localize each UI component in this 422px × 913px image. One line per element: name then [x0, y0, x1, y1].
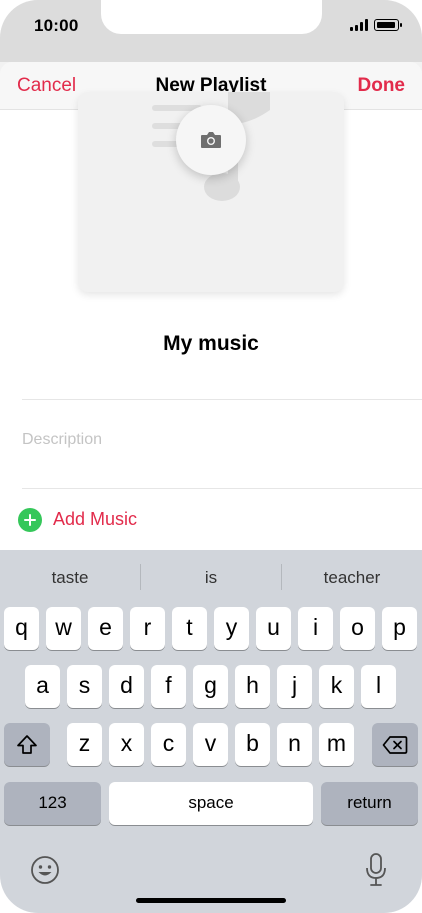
suggestion-item[interactable]: taste — [0, 568, 140, 588]
battery-icon — [374, 19, 402, 31]
shift-key[interactable] — [4, 723, 50, 766]
key-c[interactable]: c — [151, 723, 186, 766]
phone-screen: 10:00 Cancel New Playlist Done My music … — [0, 0, 422, 913]
suggestion-item[interactable]: teacher — [282, 568, 422, 588]
key-o[interactable]: o — [340, 607, 375, 650]
key-q[interactable]: q — [4, 607, 39, 650]
space-key[interactable]: space — [109, 782, 313, 825]
status-bar: 10:00 — [0, 0, 422, 62]
playlist-form: My music Description Add Music — [0, 92, 422, 550]
backspace-key[interactable] — [372, 723, 418, 766]
key-n[interactable]: n — [277, 723, 312, 766]
keyboard: taste is teacher q w e r t y u i o p a s… — [0, 550, 422, 913]
emoji-button[interactable] — [30, 855, 60, 885]
key-t[interactable]: t — [172, 607, 207, 650]
key-h[interactable]: h — [235, 665, 270, 708]
add-music-label: Add Music — [53, 509, 138, 529]
shift-icon — [17, 734, 37, 754]
divider — [22, 399, 422, 400]
key-d[interactable]: d — [109, 665, 144, 708]
status-time: 10:00 — [34, 16, 79, 35]
key-e[interactable]: e — [88, 607, 123, 650]
key-m[interactable]: m — [319, 723, 354, 766]
divider — [22, 488, 422, 489]
backspace-icon — [382, 735, 408, 754]
key-l[interactable]: l — [361, 665, 396, 708]
dictation-button[interactable] — [364, 853, 388, 887]
key-j[interactable]: j — [277, 665, 312, 708]
emoji-icon — [31, 856, 59, 884]
key-r[interactable]: r — [130, 607, 165, 650]
key-w[interactable]: w — [46, 607, 81, 650]
key-a[interactable]: a — [25, 665, 60, 708]
key-x[interactable]: x — [109, 723, 144, 766]
numbers-key[interactable]: 123 — [4, 782, 101, 825]
key-p[interactable]: p — [382, 607, 417, 650]
key-i[interactable]: i — [298, 607, 333, 650]
key-g[interactable]: g — [193, 665, 228, 708]
key-z[interactable]: z — [67, 723, 102, 766]
home-indicator[interactable] — [136, 898, 286, 903]
key-k[interactable]: k — [319, 665, 354, 708]
return-key[interactable]: return — [321, 782, 418, 825]
suggestion-item[interactable]: is — [141, 568, 281, 588]
description-field[interactable]: Description — [22, 431, 402, 449]
microphone-icon — [366, 853, 386, 886]
key-s[interactable]: s — [67, 665, 102, 708]
key-f[interactable]: f — [151, 665, 186, 708]
plus-icon — [18, 508, 42, 532]
key-u[interactable]: u — [256, 607, 291, 650]
done-button[interactable]: Done — [358, 75, 406, 97]
playlist-artwork — [78, 92, 344, 292]
playlist-name-field[interactable]: My music — [0, 332, 422, 356]
camera-icon — [201, 132, 221, 148]
suggestion-bar: taste is teacher — [0, 550, 422, 606]
key-v[interactable]: v — [193, 723, 228, 766]
notch — [101, 0, 322, 34]
key-b[interactable]: b — [235, 723, 270, 766]
signal-icon — [350, 19, 370, 31]
add-artwork-button[interactable] — [176, 105, 246, 175]
key-y[interactable]: y — [214, 607, 249, 650]
